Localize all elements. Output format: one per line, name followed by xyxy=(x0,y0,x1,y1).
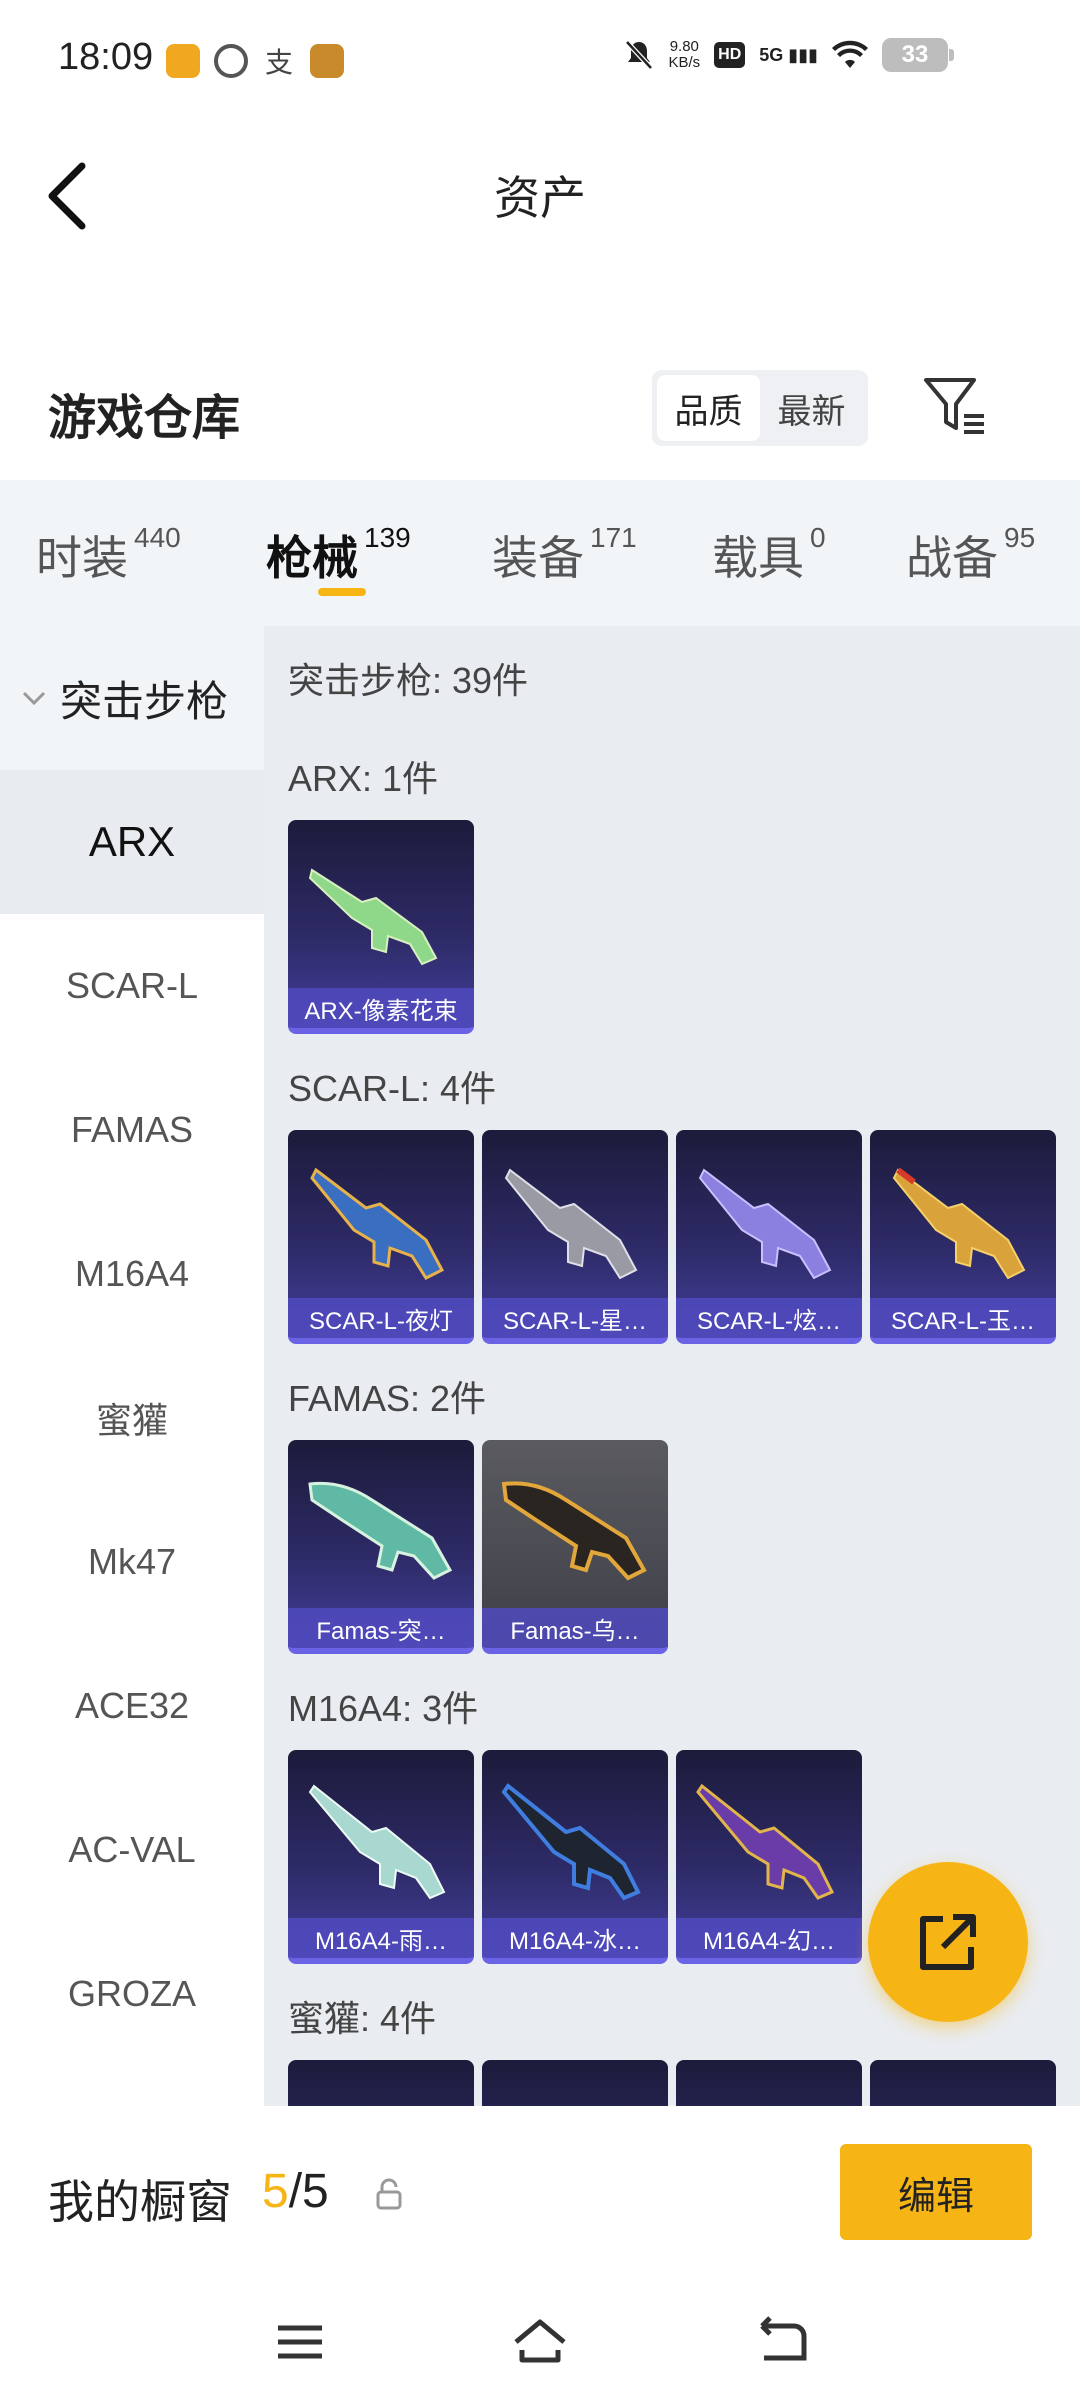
warehouse-title: 游戏仓库 xyxy=(48,392,241,445)
subcategory-header[interactable]: 突击步枪 xyxy=(0,626,264,770)
rifle-skin-icon xyxy=(696,1783,835,1900)
skin-card-label: SCAR-L-炫… xyxy=(676,1298,862,1338)
skin-card-label: Famas-乌… xyxy=(482,1608,668,1648)
skin-card-label: ARX-像素花束 xyxy=(288,988,474,1028)
skin-card[interactable]: M16A4-幻… xyxy=(676,1750,862,1964)
sidebar-item-arx[interactable]: ARX xyxy=(0,770,264,914)
status-right: 9.80 KB/s HD 5G ▮▮▮ 33 xyxy=(624,38,954,72)
skin-card[interactable] xyxy=(870,2060,1056,2106)
group-title-arx: ARX: 1件 xyxy=(288,758,439,799)
status-time: 18:09 xyxy=(58,36,154,78)
skin-card-label: M16A4-幻… xyxy=(676,1918,862,1958)
mute-bell-icon xyxy=(625,40,654,70)
status-app-icons: 支 xyxy=(166,44,344,78)
page-title: 资产 xyxy=(494,172,586,224)
skin-card[interactable] xyxy=(482,2060,668,2106)
battery-icon: 33 xyxy=(882,38,954,72)
skin-card-label: Famas-突… xyxy=(288,1608,474,1648)
sort-quality-option[interactable]: 品质 xyxy=(657,375,760,441)
chevron-down-icon xyxy=(22,691,46,706)
rifle-skin-icon xyxy=(310,1167,445,1280)
group-title-m16a4: M16A4: 3件 xyxy=(288,1688,479,1729)
hd-badge: HD xyxy=(714,42,746,68)
back-nav-icon[interactable] xyxy=(750,2312,810,2372)
sort-toggle: 品质 最新 xyxy=(652,370,868,446)
skin-card[interactable] xyxy=(288,2060,474,2106)
showcase-count: 5/5 xyxy=(262,2165,329,2218)
rifle-skin-icon xyxy=(501,1481,647,1581)
sidebar-item-m16a4[interactable]: M16A4 xyxy=(0,1202,264,1346)
showcase-label: 我的橱窗 xyxy=(48,2176,232,2228)
game-app-icon xyxy=(310,44,344,78)
tab-vehicles[interactable]: 载具 0 xyxy=(712,522,826,588)
rifle-skin-icon xyxy=(308,1784,446,1900)
skin-card[interactable]: Famas-突… xyxy=(288,1440,474,1654)
rifle-skin-icon xyxy=(892,1167,1026,1280)
rifle-skin-icon xyxy=(308,1481,453,1580)
skin-card-label: SCAR-L-星… xyxy=(482,1298,668,1338)
sidebar-item-groza[interactable]: GROZA xyxy=(0,1922,264,2066)
rifle-skin-icon xyxy=(501,1783,641,1901)
skin-card[interactable] xyxy=(676,2060,862,2106)
home-icon[interactable] xyxy=(510,2312,570,2372)
sidebar-item-ac-val[interactable]: AC-VAL xyxy=(0,1778,264,1922)
skin-card[interactable]: SCAR-L-炫… xyxy=(676,1130,862,1344)
category-total: 突击步枪: 39件 xyxy=(288,660,529,701)
skin-card-label: SCAR-L-玉… xyxy=(870,1298,1056,1338)
tab-fashion[interactable]: 时装 440 xyxy=(36,522,181,588)
tab-equipment[interactable]: 装备 171 xyxy=(492,522,637,588)
rifle-skin-icon xyxy=(504,1168,638,1280)
skin-card[interactable]: Famas-乌… xyxy=(482,1440,668,1654)
menu-icon[interactable] xyxy=(270,2312,330,2372)
rifle-skin-icon xyxy=(308,868,438,966)
edit-button[interactable]: 编辑 xyxy=(840,2144,1032,2240)
net-speed: 9.80 KB/s xyxy=(668,38,701,71)
external-link-icon xyxy=(920,1914,976,1970)
skin-card[interactable]: M16A4-冰… xyxy=(482,1750,668,1964)
sidebar-item-ace32[interactable]: ACE32 xyxy=(0,1634,264,1778)
wifi-icon xyxy=(832,40,868,68)
sidebar-item-honey-badger[interactable]: 蜜獾 xyxy=(0,1346,264,1490)
sort-latest-option[interactable]: 最新 xyxy=(760,375,863,441)
tab-gear[interactable]: 战备 95 xyxy=(906,522,1035,588)
sidebar-item-mk47[interactable]: Mk47 xyxy=(0,1490,264,1634)
alipay-icon: 支 xyxy=(262,44,296,78)
tab-firearms[interactable]: 枪械 139 xyxy=(266,522,411,588)
skin-card[interactable]: SCAR-L-玉… xyxy=(870,1130,1056,1344)
group-title-honey-badger: 蜜獾: 4件 xyxy=(288,1998,437,2039)
system-nav-bar xyxy=(0,2282,1080,2400)
skin-card-label: M16A4-冰… xyxy=(482,1918,668,1958)
active-tab-indicator xyxy=(318,588,366,596)
weapon-sidebar: 突击步枪 ARX SCAR-L FAMAS M16A4 蜜獾 Mk47 ACE3… xyxy=(0,626,264,2106)
status-bar: 18:09 支 9.80 KB/s HD 5G ▮▮▮ 33 xyxy=(0,0,1080,120)
sidebar-item-famas[interactable]: FAMAS xyxy=(0,1058,264,1202)
top-header: 资产 xyxy=(0,120,1080,270)
share-fab-button[interactable] xyxy=(868,1862,1028,2022)
skin-card[interactable]: SCAR-L-星… xyxy=(482,1130,668,1344)
skin-card[interactable]: SCAR-L-夜灯 xyxy=(288,1130,474,1344)
group-title-famas: FAMAS: 2件 xyxy=(288,1378,487,1419)
skin-card-label: M16A4-雨… xyxy=(288,1918,474,1958)
app-notification-icon xyxy=(214,44,248,78)
skin-card[interactable]: ARX-像素花束 xyxy=(288,820,474,1034)
showcase-panel: 我的橱窗 5/5 编辑 xyxy=(0,2106,1080,2282)
rifle-skin-icon xyxy=(698,1168,832,1280)
lock-icon xyxy=(376,2178,402,2210)
skin-card[interactable]: M16A4-雨… xyxy=(288,1750,474,1964)
group-title-scar-l: SCAR-L: 4件 xyxy=(288,1068,497,1109)
skin-card-label: SCAR-L-夜灯 xyxy=(288,1298,474,1338)
app-notification-icon xyxy=(166,44,200,78)
signal-5g-icon: 5G ▮▮▮ xyxy=(759,44,818,65)
sidebar-item-scar-l[interactable]: SCAR-L xyxy=(0,914,264,1058)
category-tabs: 时装 440 枪械 139 装备 171 载具 0 战备 95 xyxy=(0,480,1080,626)
filter-icon[interactable] xyxy=(920,372,988,440)
subcategory-label: 突击步枪 xyxy=(60,677,229,725)
